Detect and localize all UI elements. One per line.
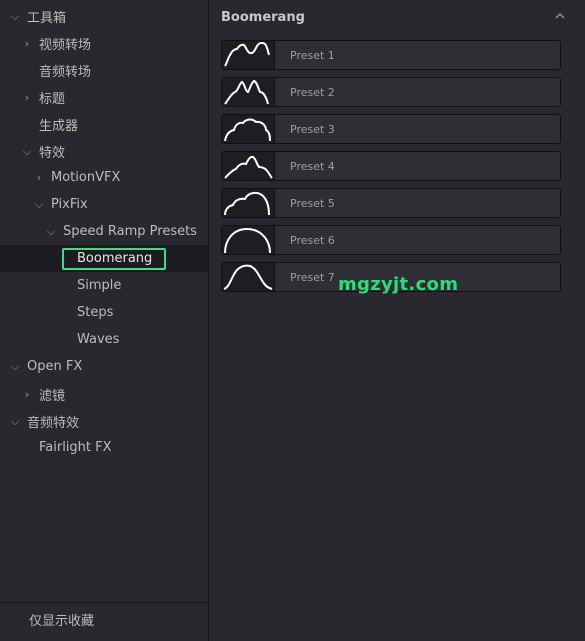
watermark-text: mgzyjt.com [338,274,459,295]
chevron-up-icon[interactable] [553,9,567,23]
tree-item-label: Open FX [27,359,83,374]
chevron-down-icon[interactable]: ⌵ [21,145,33,159]
show-favorites-only-toggle[interactable]: 仅显示收藏 [29,610,94,629]
preset-label: Preset 6 [290,233,335,247]
preset-label: Preset 4 [290,159,335,173]
preset-label: Preset 5 [290,196,335,210]
tree-item-label: 滤镜 [39,389,66,404]
preset-label: Preset 1 [290,48,335,62]
tree-item-label: Speed Ramp Presets [63,224,197,239]
preset-label: Preset 2 [290,85,335,99]
tree-item-label: Steps [77,305,114,320]
tree-item-fairlight-fx[interactable]: Fairlight FX [0,434,208,461]
effects-sidebar: ⌵ 工具箱 › 视频转场 音频转场 › 标题 生成器 ⌵ 特效 › Motion… [0,0,209,641]
preset-label: Preset 7 [290,270,335,284]
tree-item-label: 标题 [39,92,66,107]
tree-item-pixfix[interactable]: ⌵ PixFix [0,191,208,218]
chevron-right-icon[interactable]: › [21,91,33,104]
divider [0,602,208,603]
tree-item-label: 特效 [39,146,66,161]
bell-curve-icon [222,263,275,291]
tree-item-label: PixFix [51,197,88,212]
tree-item-label: 工具箱 [27,11,67,26]
chevron-down-icon[interactable]: ⌵ [9,415,21,429]
tree-item-label: Simple [77,278,122,293]
tree-item-label: 生成器 [39,119,79,134]
preset-tile-6[interactable]: Preset 6 [221,225,561,255]
preset-tile-5[interactable]: Preset 5 [221,188,561,218]
tree-item-titles[interactable]: › 标题 [0,84,208,111]
chevron-right-icon[interactable]: › [33,171,45,184]
chevron-right-icon[interactable]: › [21,37,33,50]
two-bump-curve-icon [222,189,275,217]
tree-item-toolbox[interactable]: ⌵ 工具箱 [0,3,208,30]
chevron-down-icon[interactable]: ⌵ [45,225,57,239]
chevron-down-icon[interactable]: ⌵ [9,360,21,374]
tree-item-motionvfx[interactable]: › MotionVFX [0,164,208,191]
bumpy-hill-curve-icon [222,152,275,180]
tree-item-boomerang[interactable]: Boomerang [0,245,208,272]
chevron-right-icon[interactable]: › [21,388,33,401]
section-header[interactable]: Boomerang [209,0,585,34]
preset-tile-2[interactable]: Preset 2 [221,77,561,107]
chevron-down-icon[interactable]: ⌵ [33,198,45,212]
double-peak-curve-icon [222,78,275,106]
tree-item-effects[interactable]: ⌵ 特效 [0,138,208,165]
selected-item-label: Boomerang [62,247,167,270]
preset-tile-1[interactable]: Preset 1 [221,40,561,70]
tree-item-label: Waves [77,332,120,347]
effects-browser-panel: Boomerang Preset 1 Preset 2 Preset 3 Pre… [209,0,585,641]
tree-item-generators[interactable]: 生成器 [0,111,208,138]
tree-item-label: MotionVFX [51,170,121,185]
wave-rising-curve-icon [222,41,275,69]
tree-item-label: Fairlight FX [39,440,112,455]
tree-item-label: 音频转场 [39,65,92,80]
tree-item-simple[interactable]: Simple [0,272,208,299]
tree-item-waves[interactable]: Waves [0,326,208,353]
tree-item-audio-fx[interactable]: ⌵ 音频特效 [0,408,208,435]
tree-item-open-fx[interactable]: ⌵ Open FX [0,353,208,380]
tree-item-audio-transitions[interactable]: 音频转场 [0,57,208,84]
tree-item-label: 音频特效 [27,416,80,431]
preset-label: Preset 3 [290,122,335,136]
tree-item-steps[interactable]: Steps [0,299,208,326]
preset-tile-4[interactable]: Preset 4 [221,151,561,181]
tree-item-video-transitions[interactable]: › 视频转场 [0,30,208,57]
arch-curve-icon [222,226,275,254]
cloud-bumps-curve-icon [222,115,275,143]
preset-tile-3[interactable]: Preset 3 [221,114,561,144]
tree-item-label: 视频转场 [39,38,92,53]
tree-item-speed-ramp-presets[interactable]: ⌵ Speed Ramp Presets [0,218,208,245]
chevron-down-icon[interactable]: ⌵ [9,10,21,24]
tree-item-filters[interactable]: › 滤镜 [0,381,208,408]
section-title: Boomerang [221,9,305,25]
